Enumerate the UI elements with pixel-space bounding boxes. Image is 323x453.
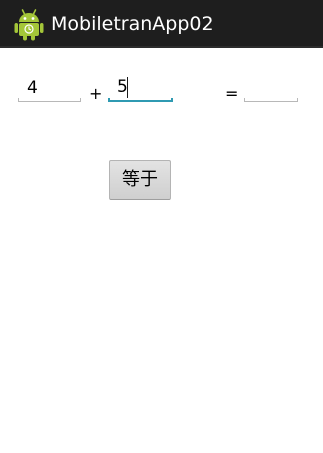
equals-button[interactable]: 等于 [109,160,171,200]
result-field[interactable] [244,77,298,102]
plus-sign: + [89,84,103,103]
first-operand-value: 4 [27,78,38,98]
equals-sign: = [225,84,239,103]
first-operand-field[interactable]: 4 [18,77,81,102]
text-cursor [127,77,128,98]
result-underline [244,98,298,102]
second-operand-field[interactable]: 5 [108,76,173,102]
app-screen: MobiletranApp02 4 + 5 = 等于 [0,0,323,453]
android-robot-icon [14,7,44,41]
app-title: MobiletranApp02 [51,13,214,35]
second-operand-underline [108,98,173,102]
first-operand-underline [18,98,81,102]
action-bar: MobiletranApp02 [0,0,323,48]
